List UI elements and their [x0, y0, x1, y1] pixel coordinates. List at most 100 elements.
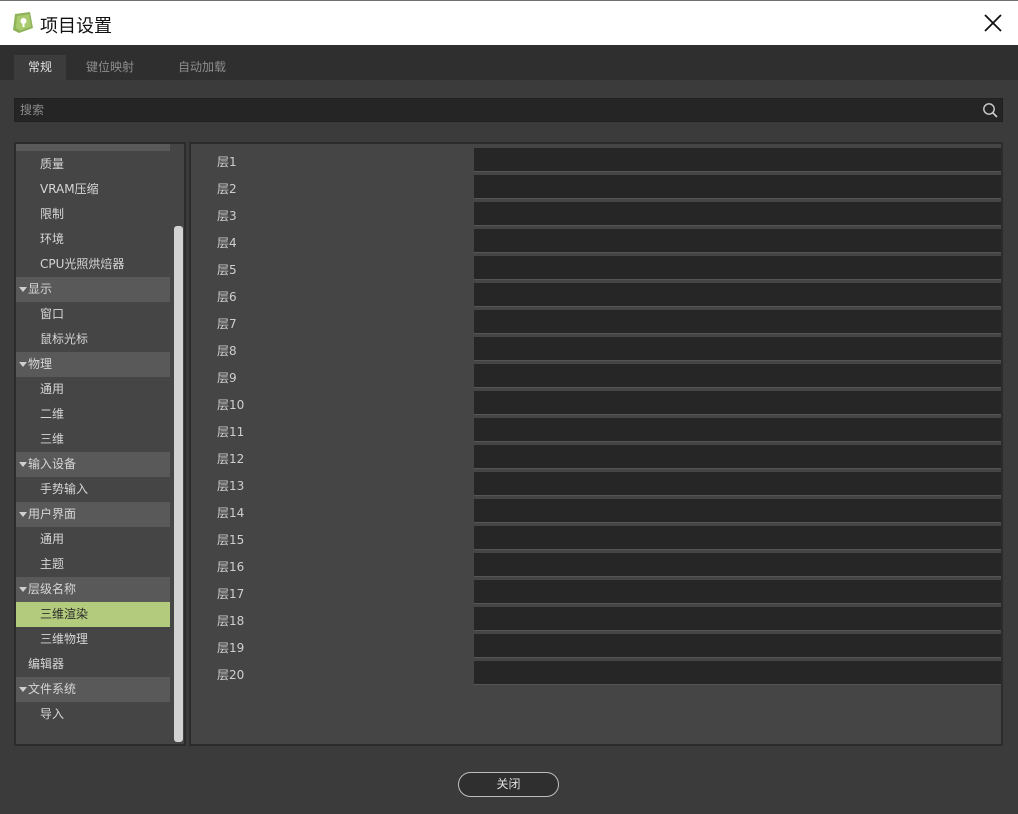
- layer-name-field[interactable]: [474, 202, 1001, 226]
- layer-row: 层15: [191, 524, 1001, 551]
- layer-row: 层8: [191, 335, 1001, 362]
- tree-item[interactable]: VRAM压缩: [16, 177, 170, 202]
- triangle-down-icon[interactable]: [19, 362, 27, 367]
- layer-row: 层20: [191, 659, 1001, 686]
- tree-item-label: 主题: [40, 557, 65, 571]
- layer-name-field[interactable]: [474, 553, 1001, 577]
- layer-name-field[interactable]: [474, 337, 1001, 361]
- layer-label: 层11: [217, 425, 245, 439]
- tree-item[interactable]: 三维: [16, 427, 170, 452]
- layer-name-field[interactable]: [474, 634, 1001, 658]
- layer-row: 层6: [191, 281, 1001, 308]
- tree-item[interactable]: 窗口: [16, 302, 170, 327]
- tree-item-label: 物理: [28, 357, 53, 371]
- tree-item[interactable]: 编辑器: [16, 652, 170, 677]
- tree-item[interactable]: 手势输入: [16, 477, 170, 502]
- tree-item-label: 文件系统: [28, 682, 77, 696]
- layer-name-field[interactable]: [474, 283, 1001, 307]
- tree-item-label: 通用: [40, 382, 65, 396]
- tab-autoload[interactable]: 自动加载: [174, 55, 230, 80]
- tree-item[interactable]: 三维物理: [16, 627, 170, 652]
- layer-name-field[interactable]: [474, 445, 1001, 469]
- tree-item[interactable]: 通用: [16, 527, 170, 552]
- layer-row: 层10: [191, 389, 1001, 416]
- settings-tree: 质量 VRAM压缩 限制 环境 CPU光照烘焙器 显示 窗口 鼠标光标 物理 通用 二维 三维 输入设备…: [14, 142, 186, 746]
- layer-name-field[interactable]: [474, 175, 1001, 199]
- tree-item-label: 输入设备: [28, 457, 77, 471]
- tree-item-label: 导入: [40, 707, 65, 721]
- layer-label: 层3: [217, 209, 237, 223]
- tree-section[interactable]: 用户界面: [16, 502, 170, 527]
- tab-input-map[interactable]: 键位映射: [82, 55, 138, 80]
- layer-label: 层20: [217, 668, 245, 682]
- tab-general[interactable]: 常规: [14, 55, 66, 80]
- triangle-down-icon[interactable]: [19, 687, 27, 692]
- layer-row: 层4: [191, 227, 1001, 254]
- layer-row: 层13: [191, 470, 1001, 497]
- tree-item-label: 环境: [40, 232, 65, 246]
- close-button[interactable]: 关闭: [458, 772, 559, 797]
- tree-section[interactable]: 层级名称: [16, 577, 170, 602]
- tree-item[interactable]: 鼠标光标: [16, 327, 170, 352]
- layer-row: 层12: [191, 443, 1001, 470]
- layer-label: 层2: [217, 182, 237, 196]
- tree-item-label: 层级名称: [28, 582, 77, 596]
- tree-item-label: 二维: [40, 407, 65, 421]
- tree-item[interactable]: 主题: [16, 552, 170, 577]
- tree-section[interactable]: 显示: [16, 277, 170, 302]
- tree-item[interactable]: 二维: [16, 402, 170, 427]
- search-icon[interactable]: [982, 102, 998, 118]
- triangle-down-icon[interactable]: [19, 287, 27, 292]
- tree-item-label: 质量: [40, 157, 65, 171]
- triangle-down-icon[interactable]: [19, 512, 27, 517]
- layer-name-field[interactable]: [474, 472, 1001, 496]
- tree-section[interactable]: 物理: [16, 352, 170, 377]
- layer-name-field[interactable]: [474, 148, 1001, 172]
- layer-name-field[interactable]: [474, 229, 1001, 253]
- layer-name-field[interactable]: [474, 364, 1001, 388]
- layer-row: 层3: [191, 200, 1001, 227]
- layer-label: 层17: [217, 587, 245, 601]
- tree-item-label: 限制: [40, 207, 65, 221]
- layer-row: 层1: [191, 146, 1001, 173]
- tree-item[interactable]: 环境: [16, 227, 170, 252]
- layer-name-field[interactable]: [474, 607, 1001, 631]
- triangle-down-icon[interactable]: [19, 587, 27, 592]
- layer-label: 层6: [217, 290, 237, 304]
- tree-item[interactable]: 导入: [16, 702, 170, 727]
- layer-name-field[interactable]: [474, 256, 1001, 280]
- triangle-down-icon[interactable]: [19, 462, 27, 467]
- tree-item-label: 编辑器: [28, 657, 65, 671]
- tree-item[interactable]: 质量: [16, 152, 170, 177]
- layer-row: 层14: [191, 497, 1001, 524]
- search-input[interactable]: [15, 99, 975, 121]
- layer-name-field[interactable]: [474, 499, 1001, 523]
- layer-label: 层10: [217, 398, 245, 412]
- layer-name-field[interactable]: [474, 526, 1001, 550]
- layer-name-field[interactable]: [474, 391, 1001, 415]
- layer-name-field[interactable]: [474, 580, 1001, 604]
- tree-item-label: VRAM压缩: [40, 182, 99, 196]
- layer-row: 层18: [191, 605, 1001, 632]
- layer-label: 层4: [217, 236, 237, 250]
- tree-section[interactable]: 输入设备: [16, 452, 170, 477]
- close-icon[interactable]: [982, 12, 1004, 34]
- tree-item[interactable]: CPU光照烘焙器: [16, 252, 170, 277]
- tree-item-label: 三维物理: [40, 632, 89, 646]
- layer-label: 层1: [217, 155, 237, 169]
- tree-scrollbar[interactable]: [174, 226, 183, 742]
- tree-item[interactable]: 三维渲染: [16, 602, 170, 627]
- layer-names-panel: 层1 层2 层3 层4 层5 层6 层7 层8 层9 层10 层11 层12 层13 层14 层15 层16 层…: [189, 142, 1003, 746]
- tree-item[interactable]: 通用: [16, 377, 170, 402]
- tree-item-label: 显示: [28, 282, 53, 296]
- tree-item[interactable]: 限制: [16, 202, 170, 227]
- layer-label: 层18: [217, 614, 245, 628]
- layer-row: 层9: [191, 362, 1001, 389]
- tree-section[interactable]: 文件系统: [16, 677, 170, 702]
- layer-name-field[interactable]: [474, 418, 1001, 442]
- title-bar: 项目设置: [0, 0, 1018, 45]
- layer-label: 层16: [217, 560, 245, 574]
- layer-label: 层19: [217, 641, 245, 655]
- layer-name-field[interactable]: [474, 661, 1001, 685]
- layer-name-field[interactable]: [474, 310, 1001, 334]
